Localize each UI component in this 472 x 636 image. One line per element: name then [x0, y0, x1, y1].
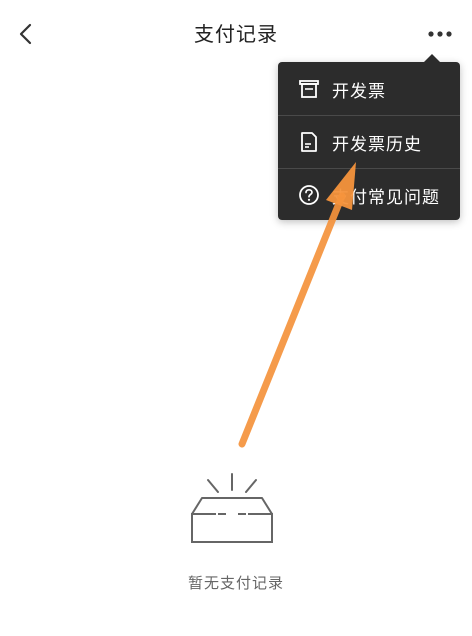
payment-records-page: 支付记录 开发票 开发票历史 支付常见问题 暂无支付记录 [0, 0, 472, 636]
empty-box-icon [191, 473, 273, 543]
help-circle-icon [298, 184, 320, 206]
nav-bar: 支付记录 [0, 0, 472, 70]
menu-item-invoice-history[interactable]: 开发票历史 [278, 115, 460, 168]
menu-item-label: 开发票历史 [332, 134, 422, 155]
more-button[interactable] [420, 18, 460, 50]
menu-item-payment-faq[interactable]: 支付常见问题 [278, 168, 460, 221]
more-popup-menu: 开发票 开发票历史 支付常见问题 [278, 54, 460, 221]
menu-item-label: 支付常见问题 [332, 187, 440, 208]
document-icon [298, 131, 320, 153]
more-horizontal-icon [428, 31, 452, 37]
menu-item-issue-invoice[interactable]: 开发票 [278, 63, 460, 115]
printer-icon [298, 78, 320, 100]
page-title: 支付记录 [194, 22, 278, 46]
empty-state-text: 暂无支付记录 [187, 574, 284, 592]
menu-item-label: 开发票 [332, 81, 386, 102]
